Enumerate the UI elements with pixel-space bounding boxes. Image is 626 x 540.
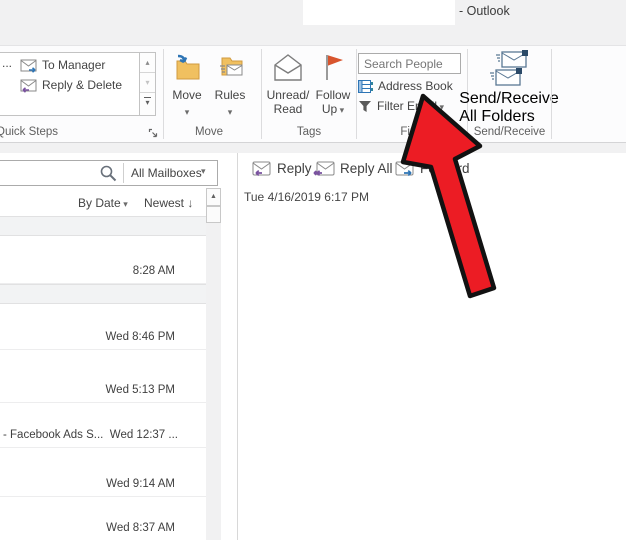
quick-steps-scroll-down[interactable] <box>140 73 155 93</box>
address-book-icon <box>358 80 373 93</box>
reply-delete-icon <box>20 79 38 93</box>
scrollbar-up-arrow[interactable] <box>206 188 221 206</box>
address-book-label: Address Book <box>378 79 453 93</box>
quick-steps-more-button[interactable] <box>140 93 155 113</box>
flag-icon <box>320 52 346 84</box>
reply-all-icon <box>313 161 335 176</box>
send-receive-icon <box>486 50 532 90</box>
rules-dropdown-caret <box>228 102 233 120</box>
forward-label: Forward <box>420 161 470 176</box>
mail-row-partial[interactable] <box>0 216 206 236</box>
mail-time: Wed 9:14 AM <box>106 478 175 490</box>
reply-label: Reply <box>277 161 312 176</box>
reply-all-button[interactable]: Reply All <box>313 161 393 176</box>
quick-steps-scroll-up[interactable] <box>140 53 155 73</box>
move-dropdown-caret <box>185 102 190 120</box>
sort-by-date-control[interactable]: By Date <box>78 196 128 210</box>
search-people-input[interactable] <box>358 53 461 74</box>
quick-step-to-manager[interactable]: To Manager <box>42 58 105 72</box>
outlook-window: - Outlook ... To Manager Reply & Delete … <box>0 0 626 540</box>
send-receive-line2: All Folders <box>459 108 535 125</box>
mail-row[interactable]: Wed 8:37 AM <box>0 497 206 540</box>
mail-group-band[interactable] <box>0 284 206 304</box>
group-label-quick-steps: Quick Steps <box>0 126 72 138</box>
unread-label-line2: Read <box>274 102 303 116</box>
mail-list-scrollbar[interactable] <box>206 188 221 540</box>
mail-subject-fragment: - Facebook Ads S... <box>3 429 103 441</box>
mailbox-search-input[interactable] <box>0 163 89 185</box>
quick-steps-scroll <box>139 52 156 116</box>
unread-read-label: Unread/ Read <box>267 88 310 116</box>
move-button-label: Move <box>172 88 201 102</box>
search-scope-divider <box>123 163 124 183</box>
move-folder-icon <box>171 52 203 84</box>
mail-time: 8:28 AM <box>133 265 175 277</box>
group-label-find: Find <box>356 126 467 138</box>
mail-row[interactable]: - Facebook Ads S... Wed 12:37 ... <box>0 403 206 448</box>
forward-button[interactable]: Forward <box>395 161 470 176</box>
mail-time: Wed 8:46 PM <box>106 331 175 343</box>
quick-steps-overflow-item[interactable]: ... <box>2 56 12 70</box>
follow-up-label: Follow Up <box>316 88 351 117</box>
mail-row[interactable]: 8:28 AM <box>0 236 206 284</box>
group-separator <box>261 49 262 139</box>
pane-divider[interactable] <box>237 153 238 540</box>
filter-email-button[interactable]: Filter Email <box>358 99 444 113</box>
scrollbar-thumb[interactable] <box>206 206 221 223</box>
quick-step-reply-delete[interactable]: Reply & Delete <box>42 78 122 92</box>
reply-icon <box>252 161 272 176</box>
rules-folder-icon <box>214 52 246 84</box>
mail-time: Wed 8:37 AM <box>106 522 175 534</box>
mailbox-scope-caret-icon[interactable]: ▾ <box>201 166 206 177</box>
unread-label-line1: Unread/ <box>267 88 310 102</box>
mail-time: Wed 12:37 ... <box>110 429 178 441</box>
address-book-button[interactable]: Address Book <box>358 79 453 93</box>
mail-time: Wed 5:13 PM <box>106 384 175 396</box>
filter-funnel-icon <box>358 100 372 113</box>
sort-order-newest-control[interactable]: Newest <box>144 196 193 210</box>
message-date: Tue 4/16/2019 6:17 PM <box>244 190 369 204</box>
follow-up-line2: Up <box>322 102 344 116</box>
rules-button-label: Rules <box>215 88 246 102</box>
mail-row[interactable]: Wed 8:46 PM <box>0 304 206 350</box>
group-label-send-receive: Send/Receive <box>467 126 552 138</box>
to-manager-icon <box>20 59 38 73</box>
send-receive-label: Send/Receive All Folders <box>459 90 559 126</box>
send-receive-line1: Send/Receive <box>459 90 559 107</box>
open-envelope-icon <box>270 52 306 84</box>
quick-steps-dialog-launcher-icon[interactable] <box>148 128 159 139</box>
ribbon-content-gap <box>0 143 626 153</box>
filter-email-label: Filter Email <box>377 99 444 113</box>
group-separator <box>551 49 552 139</box>
redacted-window-title <box>303 0 455 25</box>
mail-row[interactable]: Wed 5:13 PM <box>0 350 206 403</box>
forward-icon <box>395 161 415 176</box>
group-separator <box>163 49 164 139</box>
group-label-tags: Tags <box>264 126 354 138</box>
search-icon[interactable] <box>99 164 118 183</box>
follow-up-line1: Follow <box>316 88 351 102</box>
reply-all-label: Reply All <box>340 161 393 176</box>
mailbox-scope-selector[interactable]: All Mailboxes <box>131 166 202 180</box>
window-title-suffix: - Outlook <box>459 4 510 18</box>
reply-button[interactable]: Reply <box>252 161 312 176</box>
mail-row[interactable]: Wed 9:14 AM <box>0 448 206 497</box>
group-label-move: Move <box>166 126 252 138</box>
